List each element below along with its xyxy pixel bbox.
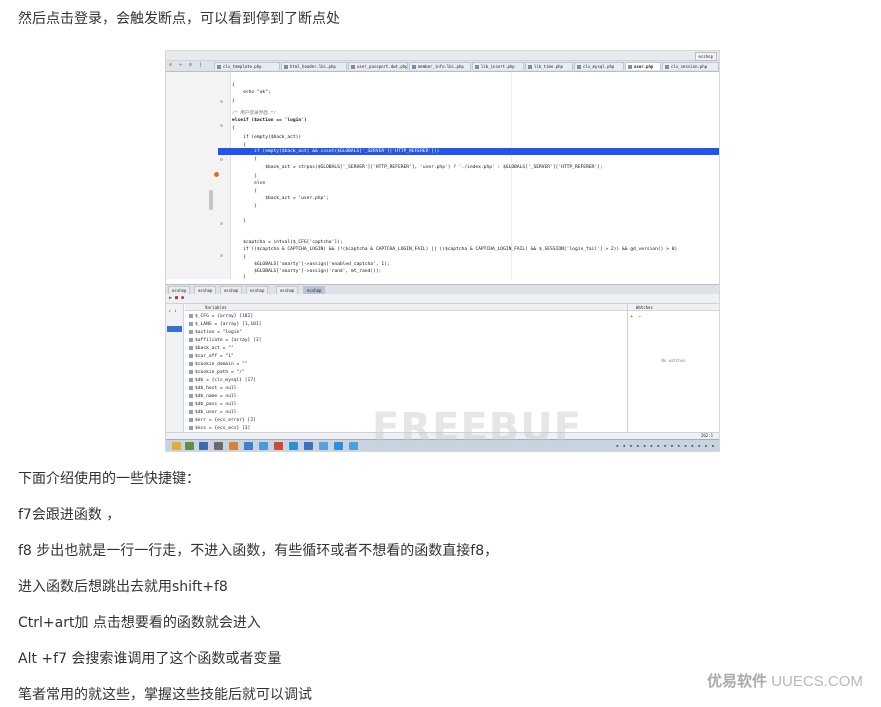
current-execution-line: if (empty($back_act) && isset($GLOBALS['… (218, 148, 719, 155)
variables-title: Variables (185, 304, 627, 311)
fold-icon[interactable]: ⊖ (220, 100, 223, 105)
fold-icon[interactable]: ⊖ (220, 158, 223, 163)
code-line: } (232, 174, 257, 179)
code-line: $GLOBALS['smarty']->assign('enabled_capt… (232, 262, 390, 267)
code-line: $back_act = 'user.php'; (232, 196, 329, 201)
variable-row[interactable]: $db_pass = null (189, 401, 237, 409)
variable-row[interactable]: $_CFG = {array} [182] (189, 313, 253, 321)
tab-user-passport[interactable]: user_passport.dwt.php (348, 62, 408, 70)
shortcut-item: f7会跟进函数 ， (18, 507, 121, 523)
tab-html-header[interactable]: html_header.lbi.php (281, 62, 347, 70)
variable-row[interactable]: $cookie_domain = "" (189, 361, 248, 369)
explorer-icon[interactable] (172, 442, 181, 450)
code-line: } (232, 204, 257, 209)
variable-row[interactable]: $action = "login" (189, 329, 242, 337)
shortcut-item: Ctrl+art加 点击想要看的函数就会进入 (18, 615, 261, 631)
shortcut-item: 进入函数后想跳出去就用shift+f8 (18, 579, 228, 595)
selected-frame-indicator[interactable] (167, 326, 182, 332)
shortcut-item: Alt +f7 会搜索谁调用了这个函数或者变量 (18, 651, 282, 667)
tab-cls-mysql[interactable]: cls_mysql.php (574, 62, 624, 70)
add-watch-icon[interactable]: + (630, 314, 633, 320)
app-icon[interactable] (259, 442, 268, 450)
shortcut-item: f8 步出也就是一行一行走，不进入函数，有些循环或者不想看的函数直接f8， (18, 543, 499, 559)
step-over-icon[interactable]: ⇣ (168, 308, 171, 314)
app-icon[interactable] (274, 442, 283, 450)
app-icon[interactable] (349, 442, 358, 450)
code-editor[interactable]: ⊖ ⊖ ⊖ ⊖ ⊖ { echo "ok"; } /* 用户登录界面 */ el… (166, 72, 719, 280)
system-tray-icons[interactable]: ▪ ▪ ▪ ▪ ▪ ▪ ▪ ▪ ▪ ▪ ▪ ▪ ▪ ▪ ▪ (616, 443, 715, 448)
code-line: { (232, 255, 246, 260)
code-line: { (232, 126, 235, 131)
variable-row[interactable]: $affiliate = {array} [3] (189, 337, 261, 345)
app-icon[interactable] (229, 442, 238, 450)
debug-toolbar: ▶ ■ ● (166, 294, 719, 304)
variable-row[interactable]: $db_user = null (189, 409, 237, 417)
project-button[interactable]: ecshop (694, 52, 717, 61)
code-line: if (($captcha & CAPTCHA_LOGIN) && (!($ca… (232, 247, 678, 252)
fold-icon[interactable]: ⊖ (220, 254, 223, 259)
fold-icon[interactable]: ⊖ (220, 124, 223, 129)
app-icon[interactable] (214, 442, 223, 450)
variable-row[interactable]: $car_off = "1" (189, 353, 234, 361)
code-line: elseif ($action == 'login') (232, 118, 307, 123)
watches-panel: Watches + − No watches (628, 304, 719, 432)
tab-lib-insert[interactable]: lib_insert.php (472, 62, 524, 70)
app-icon[interactable] (319, 442, 328, 450)
code-line: if (empty($back_act)) (232, 135, 302, 140)
code-line: $GLOBALS['smarty']->assign('rand', mt_ra… (232, 269, 382, 274)
remove-watch-icon[interactable]: − (638, 314, 641, 320)
tab-cls-template[interactable]: cls_template.php (214, 62, 280, 70)
code-line: } (232, 219, 246, 224)
code-line: { (232, 189, 257, 194)
code-line: { (232, 83, 235, 88)
ide-title-bar: ecshop (166, 51, 719, 61)
app-icon[interactable] (334, 442, 343, 450)
code-line: $back_act = strpos($GLOBALS['_SERVER']['… (232, 165, 603, 170)
code-line: $captcha = intval($_CFG['captcha']); (232, 240, 343, 245)
code-line: } (232, 275, 246, 280)
code-line: } (232, 99, 235, 104)
stop-icon[interactable]: ■ (175, 295, 178, 301)
intro-text: 然后点击登录，会触发断点，可以看到停到了断点处 (18, 11, 340, 27)
breakpoint-icon[interactable] (214, 172, 219, 177)
editor-scroll-marker[interactable] (209, 190, 213, 210)
editor-toolbar-icons[interactable]: ⊙ ÷ ⚙ | (169, 62, 204, 68)
browser-icon[interactable] (244, 442, 253, 450)
watches-empty-text: No watches (661, 358, 686, 363)
tab-cls-session[interactable]: cls_session.php (662, 62, 719, 70)
tab-lib-time[interactable]: lib_time.php (525, 62, 573, 70)
tab-user-php[interactable]: user.php (625, 62, 661, 70)
breakpoints-icon[interactable]: ● (181, 295, 184, 301)
code-line: { (232, 157, 257, 162)
variable-row[interactable]: $_LANG = {array} [1,181] (189, 321, 261, 329)
variable-row[interactable]: $db_host = null (189, 385, 237, 393)
debugger-screenshot: ecshop ⊙ ÷ ⚙ | cls_template.php html_hea… (165, 50, 720, 452)
watermark: FREEBUF (372, 405, 583, 451)
variable-row[interactable]: $back_act = "" (189, 345, 234, 353)
app-icon[interactable] (185, 442, 194, 450)
tab-member-info[interactable]: member_info.lbi.php (409, 62, 471, 70)
app-icon[interactable] (199, 442, 208, 450)
editor-tab-bar: ⊙ ÷ ⚙ | cls_template.php html_header.lbi… (166, 61, 719, 72)
variable-row[interactable]: $db = {cls_mysql} [17] (189, 377, 256, 385)
variable-row[interactable]: $cookie_path = "/" (189, 369, 245, 377)
shortcut-item: 笔者常用的就这些，掌握这些技能后就可以调试 (18, 687, 312, 703)
code-line: else (232, 181, 266, 186)
step-into-icon[interactable]: ↓ (174, 308, 177, 314)
variable-row[interactable]: $db_name = null (189, 393, 237, 401)
resume-icon[interactable]: ▶ (169, 295, 172, 301)
watches-title: Watches (628, 304, 719, 311)
code-comment: /* 用户登录界面 */ (232, 111, 277, 116)
fold-icon[interactable]: ⊖ (220, 222, 223, 227)
step-controls: ⇣ ↓ (166, 304, 184, 432)
code-line: echo "ok"; (232, 90, 271, 95)
site-watermark: 优易软件 UUECS.COM (707, 673, 863, 690)
phpstorm-icon[interactable] (289, 442, 298, 450)
variable-row[interactable]: $err = {ecs_error} [2] (189, 417, 256, 425)
app-icon[interactable] (304, 442, 313, 450)
shortcuts-heading: 下面介绍使用的一些快捷键： (18, 471, 200, 487)
